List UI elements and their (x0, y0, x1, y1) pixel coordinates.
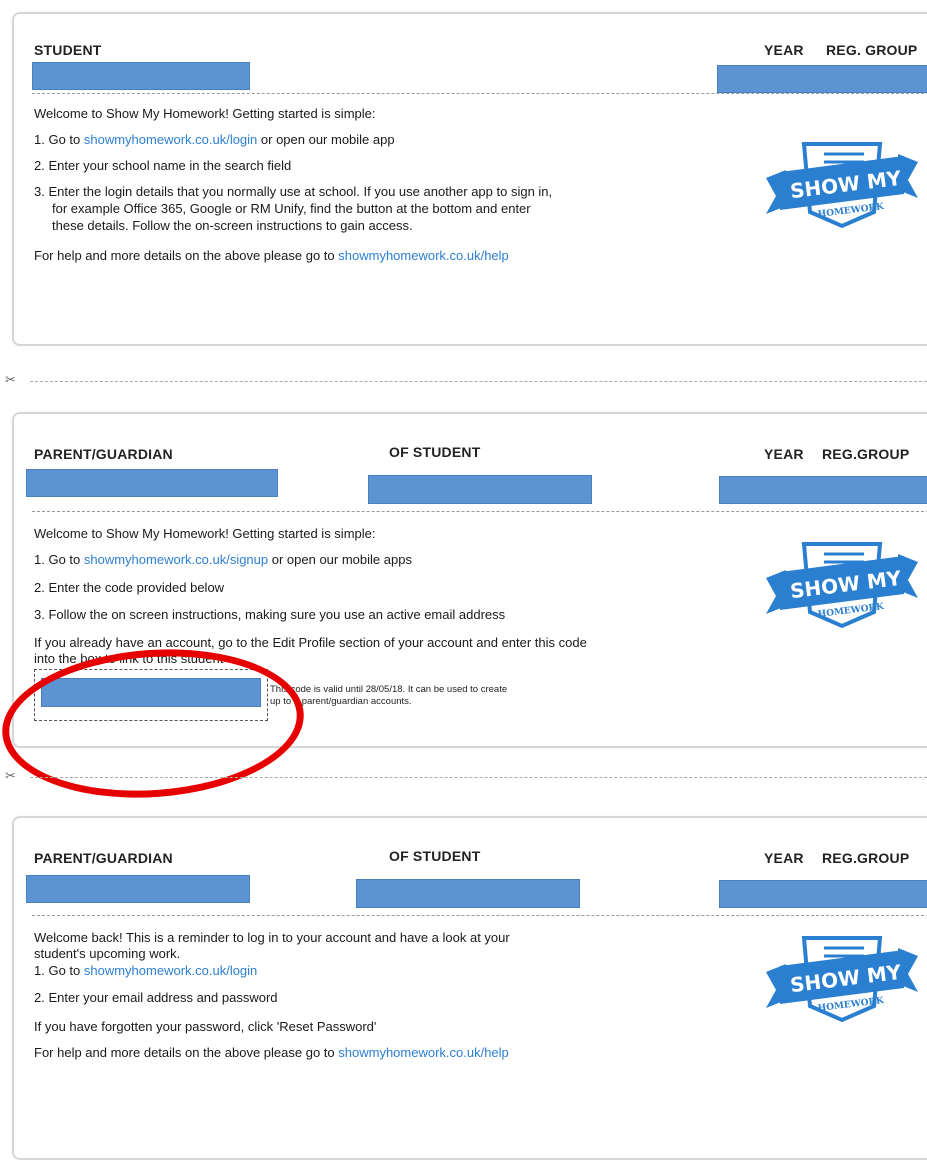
student-name-redaction (356, 879, 580, 908)
step-1-suffix: or open our mobile app (257, 132, 395, 147)
show-my-homework-logo: SHOW MY HOMEWORK (766, 142, 918, 229)
student-name-redaction (32, 62, 250, 90)
step-2: 2. Enter your school name in the search … (34, 158, 292, 173)
intro-text: Welcome to Show My Homework! Getting sta… (34, 526, 376, 541)
cut-line (30, 381, 927, 382)
year-label: YEAR (764, 850, 804, 866)
step-1: 1. Go to showmyhomework.co.uk/login (34, 963, 257, 978)
parent-reminder-card: PARENT/GUARDIAN OF STUDENT YEAR REG.GROU… (12, 816, 927, 1160)
parent-name-redaction (26, 875, 250, 903)
cut-line (30, 777, 927, 778)
parent-name-redaction (26, 469, 278, 497)
divider (32, 511, 927, 512)
divider (32, 915, 927, 916)
step-1-prefix: 1. Go to (34, 963, 84, 978)
parent-guardian-label: PARENT/GUARDIAN (34, 446, 173, 462)
step-2: 2. Enter your email address and password (34, 990, 278, 1005)
step-3-line-3: these details. Follow the on-screen inst… (52, 218, 413, 233)
code-note-line-1: This code is valid until 28/05/18. It ca… (270, 684, 508, 695)
year-reg-redaction (719, 476, 927, 504)
student-label: STUDENT (34, 42, 102, 58)
help-link[interactable]: showmyhomework.co.uk/help (338, 1045, 509, 1060)
year-label: YEAR (764, 446, 804, 462)
step-3-line-1: 3. Enter the login details that you norm… (34, 184, 553, 199)
step-1-suffix: or open our mobile apps (268, 552, 412, 567)
help-prefix: For help and more details on the above p… (34, 248, 339, 263)
help-text: For help and more details on the above p… (34, 1045, 509, 1060)
scissors-icon: ✂ (5, 768, 16, 783)
help-text: For help and more details on the above p… (34, 248, 509, 263)
step-1-prefix: 1. Go to (34, 132, 84, 147)
intro-line-1: Welcome back! This is a reminder to log … (34, 930, 510, 945)
reg-group-label: REG. GROUP (826, 42, 918, 58)
of-student-label: OF STUDENT (389, 848, 481, 864)
reg-group-label: REG.GROUP (822, 850, 910, 866)
step-1: 1. Go to showmyhomework.co.uk/login or o… (34, 132, 395, 147)
student-name-redaction (368, 475, 592, 504)
step-3-line-2: for example Office 365, Google or RM Uni… (52, 201, 531, 216)
parent-guardian-label: PARENT/GUARDIAN (34, 850, 173, 866)
year-label: YEAR (764, 42, 804, 58)
show-my-homework-logo: SHOW MY HOMEWORK (766, 542, 918, 629)
login-link[interactable]: showmyhomework.co.uk/login (84, 963, 257, 978)
show-my-homework-logo: SHOW MY HOMEWORK (766, 936, 918, 1023)
intro-line-2: student's upcoming work. (34, 946, 181, 961)
year-reg-redaction (717, 65, 927, 93)
step-1-prefix: 1. Go to (34, 552, 84, 567)
help-link[interactable]: showmyhomework.co.uk/help (338, 248, 509, 263)
scissors-icon: ✂ (5, 372, 16, 387)
student-card: STUDENT YEAR REG. GROUP Welcome to Show … (12, 12, 927, 346)
intro-text: Welcome to Show My Homework! Getting sta… (34, 106, 376, 121)
divider (32, 93, 927, 94)
year-reg-redaction (719, 880, 927, 908)
step-1: 1. Go to showmyhomework.co.uk/signup or … (34, 552, 412, 567)
login-link[interactable]: showmyhomework.co.uk/login (84, 132, 257, 147)
of-student-label: OF STUDENT (389, 444, 481, 460)
reg-group-label: REG.GROUP (822, 446, 910, 462)
existing-account-line-1: If you already have an account, go to th… (34, 635, 587, 650)
step-3: 3. Follow the on screen instructions, ma… (34, 607, 506, 622)
forgot-password-text: If you have forgotten your password, cli… (34, 1019, 377, 1034)
signup-link[interactable]: showmyhomework.co.uk/signup (84, 552, 268, 567)
help-prefix: For help and more details on the above p… (34, 1045, 339, 1060)
step-2: 2. Enter the code provided below (34, 580, 225, 595)
